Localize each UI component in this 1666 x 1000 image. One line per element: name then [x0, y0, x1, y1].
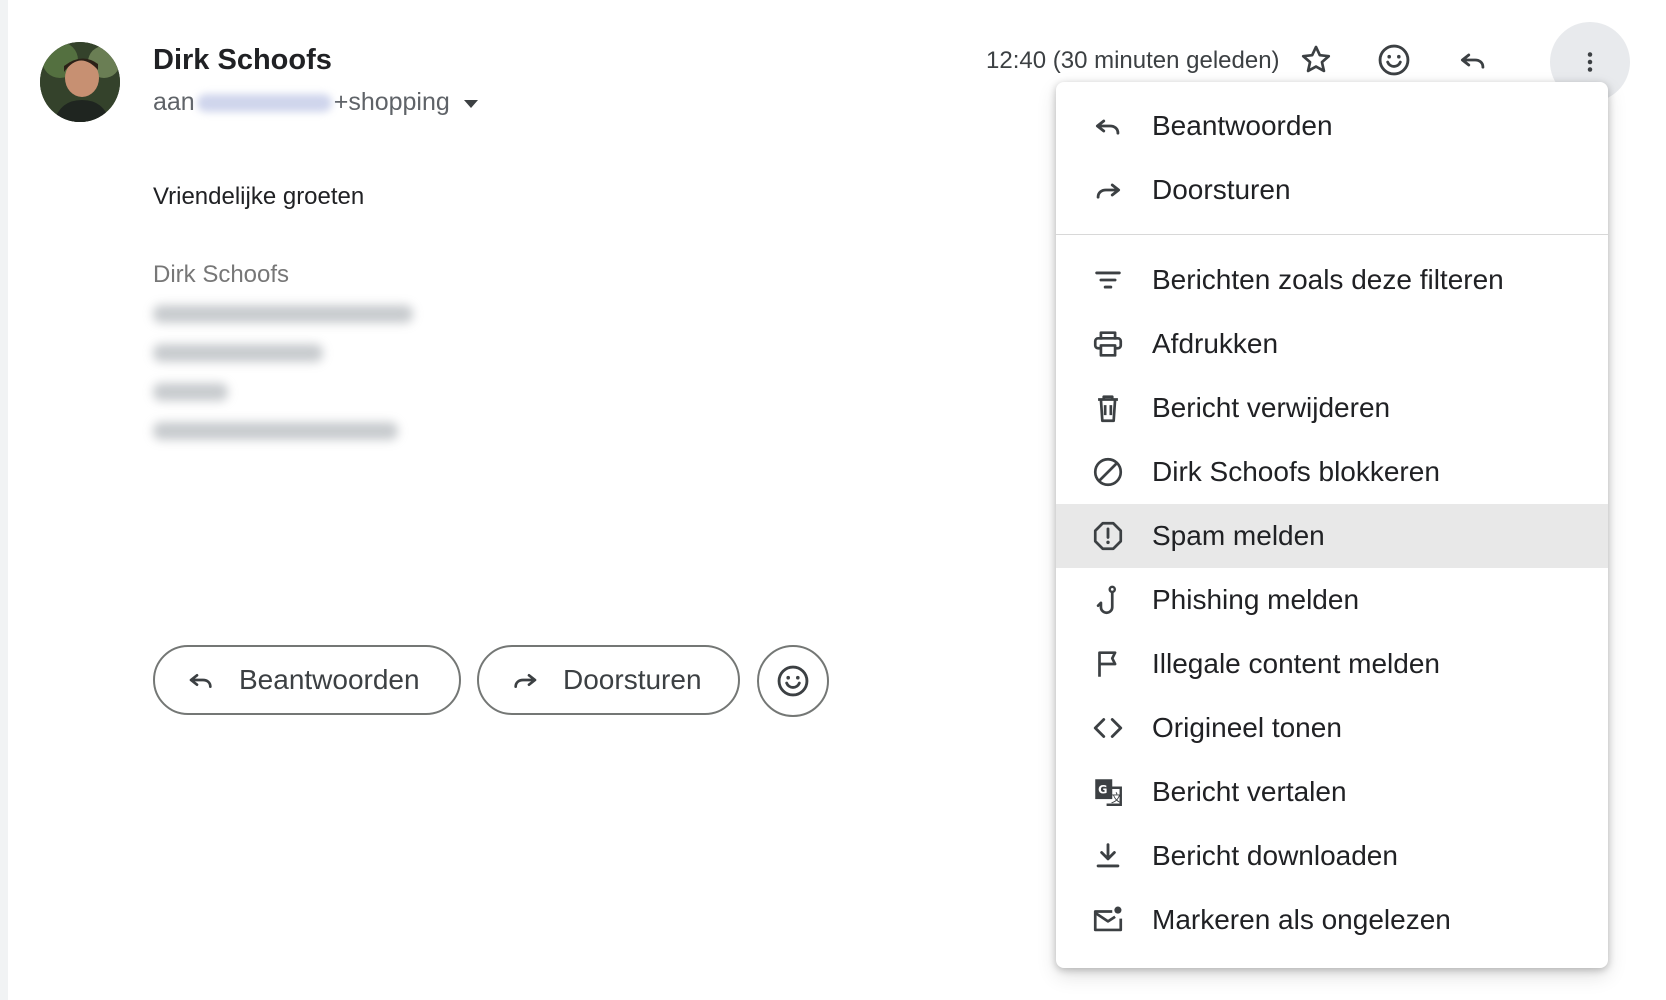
menu-label-report-illegal-content: Illegale content melden — [1152, 648, 1440, 679]
menu-item-print[interactable]: Afdrukken — [1056, 312, 1608, 376]
star-button[interactable] — [1294, 38, 1338, 82]
menu-item-show-original[interactable]: Origineel tonen — [1056, 696, 1608, 760]
mark-unread-icon — [1090, 902, 1126, 938]
spam-icon — [1090, 518, 1126, 554]
left-edge-strip — [0, 0, 8, 1000]
menu-label-reply: Beantwoorden — [1152, 110, 1333, 141]
more-options-menu: Beantwoorden Doorsturen Berichten zoals … — [1056, 82, 1608, 968]
menu-item-block[interactable]: Dirk Schoofs blokkeren — [1056, 440, 1608, 504]
trash-icon — [1090, 390, 1126, 426]
menu-divider — [1056, 234, 1608, 235]
signature-name: Dirk Schoofs — [153, 261, 290, 288]
sender-avatar[interactable] — [40, 42, 120, 122]
phishing-hook-icon — [1090, 582, 1126, 618]
menu-item-report-illegal-content[interactable]: Illegale content melden — [1056, 632, 1608, 696]
redacted-country-line — [153, 383, 228, 401]
reply-action-label: Beantwoorden — [239, 664, 420, 695]
menu-label-print: Afdrukken — [1152, 328, 1279, 359]
forward-icon — [1090, 172, 1126, 208]
svg-text:文: 文 — [1111, 791, 1122, 805]
more-vert-icon — [1587, 52, 1593, 72]
redacted-address-line — [153, 305, 413, 323]
star-icon — [1301, 45, 1331, 73]
message-time: 12:40 (30 minuten geleden) — [986, 47, 1280, 74]
svg-text:G: G — [1098, 782, 1107, 796]
download-icon — [1090, 838, 1126, 874]
menu-label-delete: Bericht verwijderen — [1152, 392, 1391, 423]
menu-label-report-phishing: Phishing melden — [1152, 584, 1360, 615]
menu-item-reply[interactable]: Beantwoorden — [1056, 94, 1608, 158]
emoji-reaction-action-button[interactable] — [757, 645, 829, 717]
sender-name[interactable]: Dirk Schoofs — [153, 44, 332, 77]
redacted-phone-line — [153, 422, 398, 440]
reply-icon — [1090, 108, 1126, 144]
menu-label-mark-unread: Markeren als ongelezen — [1152, 904, 1451, 935]
email-greeting: Vriendelijke groeten — [153, 183, 365, 210]
menu-item-translate[interactable]: G文 Bericht vertalen — [1056, 760, 1608, 824]
recipient-details-dropdown-icon[interactable] — [463, 100, 478, 108]
reply-button[interactable] — [1451, 38, 1495, 82]
filter-icon — [1090, 262, 1126, 298]
forward-action-label: Doorsturen — [563, 664, 702, 695]
emoji-icon — [777, 665, 809, 697]
emoji-reaction-button[interactable] — [1372, 38, 1416, 82]
reply-icon — [1460, 53, 1485, 69]
code-icon — [1090, 710, 1126, 746]
print-icon — [1090, 326, 1126, 362]
menu-label-report-spam: Spam melden — [1152, 520, 1325, 551]
emoji-icon — [1378, 44, 1410, 76]
menu-label-show-original: Origineel tonen — [1152, 712, 1342, 743]
recipient-suffix: +shopping — [333, 88, 450, 116]
menu-item-report-spam[interactable]: Spam melden — [1056, 504, 1608, 568]
menu-item-filter[interactable]: Berichten zoals deze filteren — [1056, 248, 1608, 312]
menu-item-report-phishing[interactable]: Phishing melden — [1056, 568, 1608, 632]
redacted-recipient — [196, 93, 332, 112]
menu-item-mark-unread[interactable]: Markeren als ongelezen — [1056, 888, 1608, 952]
menu-label-block: Dirk Schoofs blokkeren — [1152, 456, 1440, 487]
menu-item-delete[interactable]: Bericht verwijderen — [1056, 376, 1608, 440]
forward-icon — [514, 674, 537, 688]
recipient-prefix: aan — [153, 88, 195, 116]
menu-label-filter: Berichten zoals deze filteren — [1152, 264, 1504, 295]
reply-icon — [189, 674, 212, 688]
forward-action-button[interactable]: Doorsturen — [477, 645, 740, 715]
translate-icon: G文 — [1090, 774, 1126, 810]
recipient-line: aan +shopping — [153, 88, 478, 117]
menu-label-translate: Bericht vertalen — [1152, 776, 1347, 807]
menu-label-download: Bericht downloaden — [1152, 840, 1398, 871]
reply-action-button[interactable]: Beantwoorden — [153, 645, 461, 715]
avatar-image — [40, 42, 120, 122]
menu-label-forward: Doorsturen — [1152, 174, 1291, 205]
menu-item-forward[interactable]: Doorsturen — [1056, 158, 1608, 222]
block-icon — [1090, 454, 1126, 490]
flag-icon — [1090, 646, 1126, 682]
redacted-postal-line — [153, 344, 323, 362]
menu-item-download[interactable]: Bericht downloaden — [1056, 824, 1608, 888]
